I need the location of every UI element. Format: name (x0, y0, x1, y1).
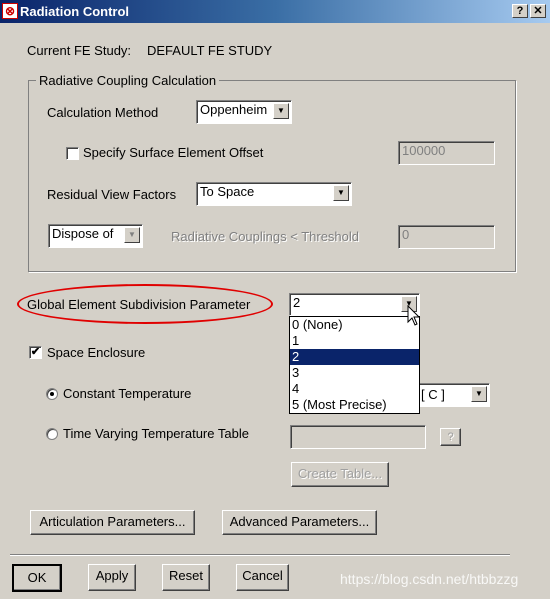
subdivision-value: 2 (293, 295, 301, 310)
temperature-unit-value: [ C ] (421, 387, 445, 402)
divider (10, 554, 510, 556)
constant-temperature-radio[interactable] (46, 388, 58, 400)
current-study-value: DEFAULT FE STUDY (147, 43, 273, 58)
current-study-label: Current FE Study: (27, 43, 132, 58)
chevron-down-icon[interactable]: ▼ (124, 227, 140, 243)
group-title: Radiative Coupling Calculation (36, 73, 220, 88)
chevron-down-icon[interactable]: ▼ (471, 386, 487, 402)
title-bar: ⊗ Radiation Control ? ✕ (0, 0, 550, 23)
temperature-table-input[interactable] (290, 425, 426, 449)
help-button[interactable]: ? (512, 4, 528, 18)
subdivision-select[interactable]: 2 ▼ (289, 293, 420, 316)
option-4[interactable]: 4 (290, 381, 419, 397)
articulation-parameters-button[interactable]: Articulation Parameters... (30, 510, 195, 535)
reset-button[interactable]: Reset (162, 564, 210, 591)
option-2-selected[interactable]: 2 (290, 349, 419, 365)
dispose-select[interactable]: Dispose of ▼ (48, 224, 143, 248)
watermark: https://blog.csdn.net/htbbzzg (340, 571, 519, 587)
surface-offset-label: Specify Surface Element Offset (83, 145, 264, 160)
time-varying-radio[interactable] (46, 428, 58, 440)
residual-view-factors-label: Residual View Factors (47, 187, 177, 202)
cancel-button[interactable]: Cancel (236, 564, 289, 591)
mouse-cursor-icon (407, 305, 421, 326)
radiation-app-icon: ⊗ (2, 3, 18, 19)
create-table-button[interactable]: Create Table... (291, 462, 389, 487)
window-title: Radiation Control (20, 4, 130, 19)
table-help-button[interactable]: ? (440, 428, 461, 446)
time-varying-label: Time Varying Temperature Table (63, 426, 249, 441)
constant-temperature-label: Constant Temperature (63, 386, 192, 401)
residual-value: To Space (200, 184, 255, 199)
calculation-method-value: Oppenheim (200, 102, 268, 117)
apply-button[interactable]: Apply (88, 564, 136, 591)
option-5[interactable]: 5 (Most Precise) (290, 397, 419, 413)
ok-button[interactable]: OK (12, 564, 62, 592)
chevron-down-icon[interactable]: ▼ (273, 103, 289, 119)
space-enclosure-label: Space Enclosure (47, 345, 146, 360)
threshold-label: Radiative Couplings < Threshold (171, 229, 360, 244)
space-enclosure-checkbox[interactable]: ✔ (29, 346, 42, 359)
option-3[interactable]: 3 (290, 365, 419, 381)
chevron-down-icon[interactable]: ▼ (333, 185, 349, 201)
close-button[interactable]: ✕ (530, 4, 546, 18)
advanced-parameters-button[interactable]: Advanced Parameters... (222, 510, 377, 535)
threshold-input[interactable]: 0 (398, 225, 495, 249)
subdivision-dropdown-list: 0 (None) 1 2 3 4 5 (Most Precise) (289, 316, 420, 414)
subdivision-label: Global Element Subdivision Parameter (27, 297, 251, 312)
calculation-method-label: Calculation Method (47, 105, 159, 120)
calculation-method-select[interactable]: Oppenheim ▼ (196, 100, 292, 124)
option-1[interactable]: 1 (290, 333, 419, 349)
dispose-value: Dispose of (52, 226, 114, 241)
option-0[interactable]: 0 (None) (290, 317, 419, 333)
residual-view-factors-select[interactable]: To Space ▼ (196, 182, 352, 206)
surface-offset-input[interactable]: 100000 (398, 141, 495, 165)
surface-offset-checkbox[interactable] (66, 147, 79, 160)
